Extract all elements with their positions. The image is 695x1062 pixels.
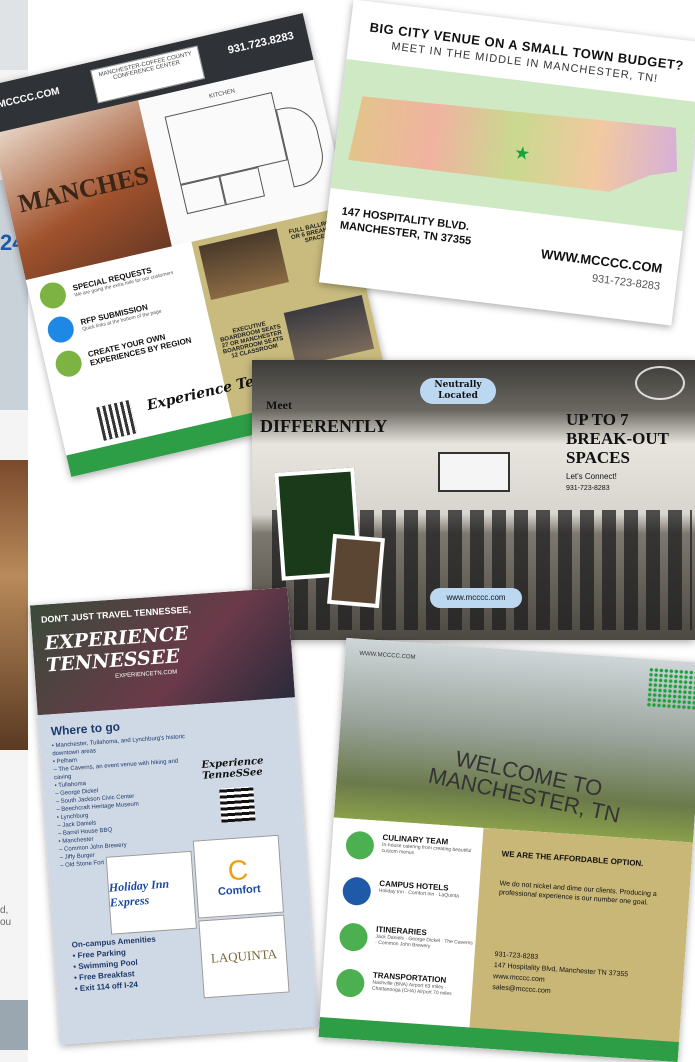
flyer-site: MCCCC.COM [0, 85, 61, 111]
inset-photo-boardroom [327, 533, 385, 609]
comfort-c-icon: C [226, 854, 250, 887]
travel-brochure: DON'T JUST TRAVEL TENNESSEE, EXPERIENCE … [29, 587, 319, 1045]
comfort-text: Comfort [217, 883, 262, 899]
map-postcard: BIG CITY VENUE ON A SMALL TOWN BUDGET? M… [318, 0, 695, 326]
where-to-go-list: • Manchester, Tullahoma, and Lynchburg's… [51, 734, 186, 870]
strip-photo [0, 460, 28, 750]
rotunda-outline [275, 101, 329, 188]
hall-website-badge: www.mcccc.com [430, 588, 522, 608]
affordable-panel: WE ARE THE AFFORDABLE OPTION. We do not … [468, 827, 693, 1053]
strip-bottom-block [0, 1000, 28, 1050]
breakout-headline: UP TO 7 BREAK-OUT SPACES [566, 410, 669, 467]
laquinta-text: LAQUINTA [210, 946, 278, 966]
connect-text: Let's Connect! [566, 472, 617, 481]
strip-top-block [0, 0, 28, 70]
affordable-heading: WE ARE THE AFFORDABLE OPTION. [501, 849, 644, 869]
affordable-pitch: We do not nickel and dime our clients. P… [498, 880, 657, 907]
amenities-list: On-campus Amenities • Free Parking • Swi… [71, 934, 157, 994]
qr-code-icon [219, 786, 256, 823]
contact-block: 931-723-8283 147 Hospitality Blvd, Manch… [492, 951, 629, 996]
comfort-logo: C Comfort [192, 834, 285, 919]
strip-caption: d, ou [0, 905, 12, 928]
laquinta-logo: LAQUINTA [198, 914, 290, 999]
holiday-inn-logo: Holiday Inn Express [105, 850, 197, 935]
differently-text: DIFFERENTLY [260, 416, 388, 436]
meet-text: Meet [266, 398, 292, 412]
welcome-flyer: WWW.MCCCC.COM WELCOME TO MANCHESTER, TN … [318, 637, 695, 1062]
plan-label: KITCHEN [208, 88, 236, 101]
star-marker-icon: ★ [513, 142, 532, 165]
special-requests-icon [37, 279, 69, 312]
signpost-icon [338, 922, 369, 953]
tennessee-map-icon [53, 348, 85, 380]
circle-decoration [635, 366, 685, 400]
postcard-website: WWW.MCCCC.COM [540, 246, 664, 276]
building-sign: MANCHES [15, 160, 152, 219]
culinary-icon [345, 830, 375, 861]
hall-phone: 931-723-8283 [566, 485, 610, 492]
boardroom-photo [283, 294, 375, 367]
meeting-hall-ad: Neutrally Located Meet DIFFERENTLY UP TO… [252, 360, 695, 640]
postcard-address: 147 HOSPITALITY BLVD. MANCHESTER, TN 373… [339, 205, 473, 249]
holiday-inn-text: Holiday Inn Express [108, 876, 170, 910]
neutrally-located-badge: Neutrally Located [420, 378, 496, 404]
flyer-phone: 931.723.8283 [226, 29, 295, 57]
hotel-icon [341, 876, 372, 907]
route-icon [335, 968, 366, 998]
rfp-icon [45, 313, 77, 346]
ballroom-outline [164, 92, 288, 185]
boardroom-caption: EXECUTIVE BOARDROOM SEATS 27 OR MANCHEST… [219, 321, 285, 360]
projector-screen [438, 452, 510, 492]
ballroom-photo [198, 228, 289, 301]
tennessee-map: ★ [330, 58, 695, 232]
postcard-phone: 931-723-8283 [591, 272, 661, 293]
dot-pattern [646, 667, 695, 711]
